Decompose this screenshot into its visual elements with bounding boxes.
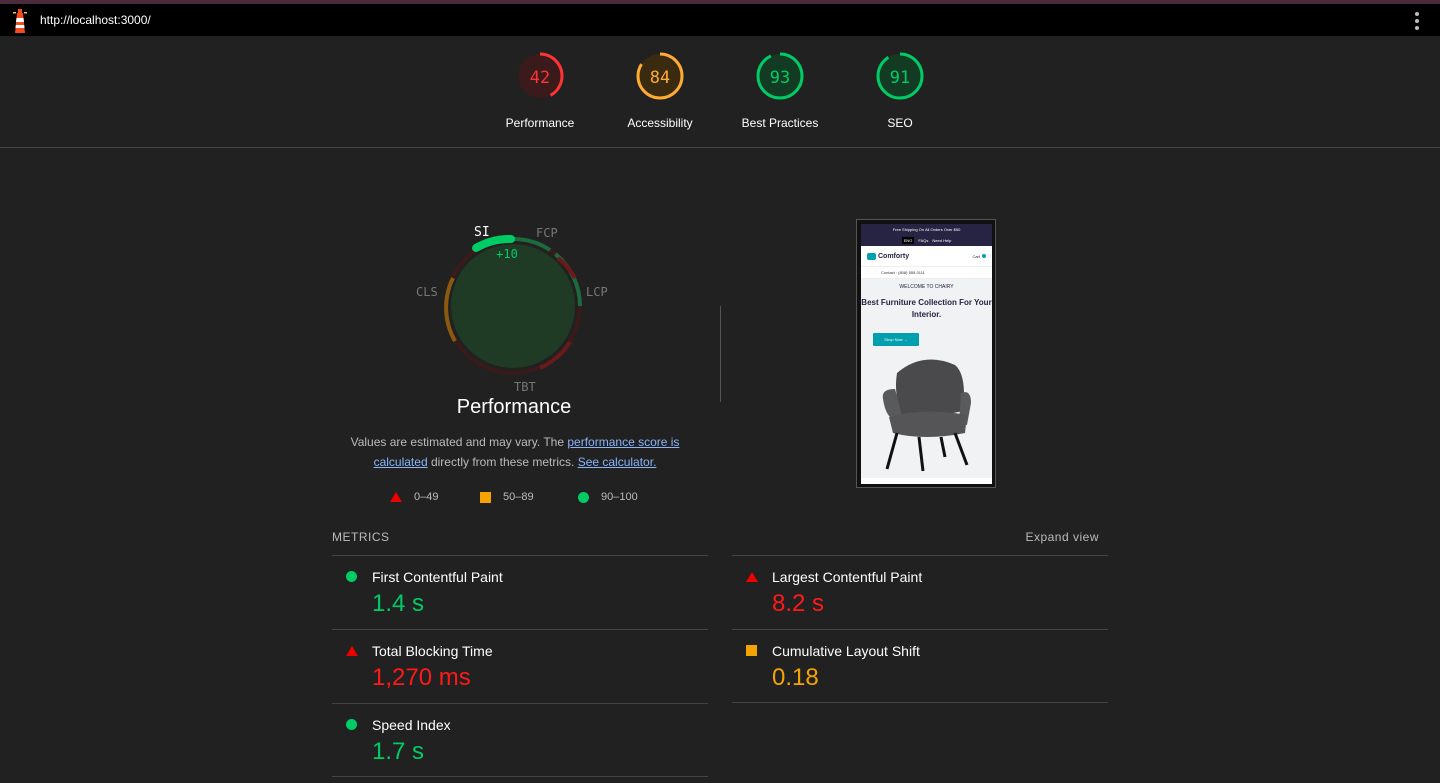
gauge-center-fill bbox=[451, 244, 575, 368]
report-url[interactable]: http://localhost:3000/ bbox=[40, 13, 151, 27]
cart-badge-icon bbox=[982, 254, 986, 258]
chair-image bbox=[882, 359, 971, 472]
section-divider bbox=[720, 306, 721, 402]
shot-nav-bar: ENG FAQs Need Help bbox=[861, 235, 992, 246]
screenshot-page: Free Shipping On All Orders Over $50 ENG… bbox=[861, 224, 992, 484]
accessibility-score: 84 bbox=[649, 68, 671, 88]
legend-average-label: 50–89 bbox=[503, 491, 534, 503]
metric-si: Speed Index 1.7 s bbox=[332, 703, 708, 777]
performance-description: Values are estimated and may vary. The p… bbox=[340, 432, 690, 472]
shot-hero: WELCOME TO CHAIRY Best Furniture Collect… bbox=[861, 279, 992, 478]
metric-tbt: Total Blocking Time 1,270 ms bbox=[332, 629, 708, 703]
fail-triangle-icon bbox=[746, 572, 758, 582]
metric-fcp-value: 1.4 s bbox=[372, 590, 425, 617]
shot-welcome: WELCOME TO CHAIRY bbox=[899, 284, 954, 290]
more-options-icon[interactable] bbox=[1414, 12, 1420, 30]
gauge-label-si[interactable]: SI bbox=[474, 225, 490, 240]
average-square-icon bbox=[746, 645, 757, 656]
fail-triangle-icon bbox=[390, 492, 402, 502]
gauge-label-cls[interactable]: CLS bbox=[416, 285, 438, 299]
shot-promo-bar: Free Shipping On All Orders Over $50 bbox=[861, 224, 992, 235]
si-delta: +10 bbox=[496, 247, 518, 261]
category-scores: 42 Performance 84 Accessibility 93 Best … bbox=[0, 36, 1440, 148]
pass-circle-icon bbox=[346, 571, 357, 582]
performance-title: Performance bbox=[456, 396, 572, 418]
shot-cart: Cart bbox=[972, 254, 986, 259]
metric-lcp-name: Largest Contentful Paint bbox=[772, 569, 923, 585]
metric-tbt-value: 1,270 ms bbox=[372, 664, 471, 691]
average-square-icon bbox=[480, 491, 491, 503]
shot-header: Comforty Cart bbox=[861, 246, 992, 266]
legend-pass-label: 90–100 bbox=[601, 491, 638, 503]
metrics-divider-left bbox=[332, 776, 708, 777]
shot-faqs: FAQs bbox=[918, 238, 929, 243]
shot-brand: Comforty bbox=[867, 252, 910, 260]
metric-cls-name: Cumulative Layout Shift bbox=[772, 643, 920, 659]
metric-tbt-name: Total Blocking Time bbox=[372, 643, 493, 659]
metric-lcp-value: 8.2 s bbox=[772, 590, 825, 617]
legend-fail-label: 0–49 bbox=[414, 491, 439, 503]
gauge-label-tbt[interactable]: TBT bbox=[514, 380, 536, 394]
see-calculator-link[interactable]: See calculator. bbox=[578, 455, 657, 469]
lighthouse-logo-icon bbox=[13, 9, 27, 33]
accessibility-label: Accessibility bbox=[627, 116, 693, 130]
performance-label: Performance bbox=[505, 116, 575, 130]
shot-cart-label: Cart bbox=[972, 253, 980, 259]
gauge-label-fcp[interactable]: FCP bbox=[536, 226, 558, 240]
shot-brand-name: Comforty bbox=[878, 252, 910, 260]
metric-fcp: First Contentful Paint 1.4 s bbox=[332, 555, 708, 629]
metrics-divider-right bbox=[732, 702, 1108, 703]
performance-section: +10 SI FCP LCP TBT CLS Performance Value… bbox=[0, 148, 1440, 528]
metrics-header: METRICS bbox=[332, 530, 390, 544]
chair-logo-icon bbox=[867, 252, 876, 260]
shot-headline: Best Furniture Collection For Your Inter… bbox=[861, 298, 992, 319]
shot-shop-button: Shop Now → bbox=[873, 333, 919, 346]
best-practices-label: Best Practices bbox=[741, 116, 819, 130]
desc-text-1: Values are estimated and may vary. The bbox=[350, 435, 565, 449]
pass-circle-icon bbox=[346, 719, 357, 730]
legend-pass: 90–100 bbox=[578, 491, 638, 503]
gauge-label-lcp[interactable]: LCP bbox=[586, 285, 608, 299]
pass-circle-icon bbox=[578, 491, 589, 503]
shot-lang: ENG bbox=[901, 237, 915, 244]
legend-fail: 0–49 bbox=[390, 491, 438, 503]
report-topbar: http://localhost:3000/ bbox=[0, 4, 1440, 36]
gauge-accessibility[interactable]: 84 Accessibility bbox=[610, 50, 710, 130]
fail-triangle-icon bbox=[346, 646, 358, 656]
desc-text-2: directly from these metrics. bbox=[430, 455, 575, 469]
legend-average: 50–89 bbox=[480, 491, 534, 503]
gauge-best-practices[interactable]: 93 Best Practices bbox=[730, 50, 830, 130]
seo-score: 91 bbox=[889, 68, 911, 88]
final-screenshot[interactable]: Free Shipping On All Orders Over $50 ENG… bbox=[856, 219, 996, 488]
gauge-performance[interactable]: 42 Performance bbox=[490, 50, 590, 130]
performance-metric-gauge: +10 bbox=[444, 235, 582, 375]
shot-help: Need Help bbox=[932, 238, 952, 243]
performance-score: 42 bbox=[529, 68, 551, 88]
metric-cls: Cumulative Layout Shift 0.18 bbox=[732, 629, 1108, 703]
expand-view-button[interactable]: Expand view bbox=[1025, 530, 1099, 544]
metric-lcp: Largest Contentful Paint 8.2 s bbox=[732, 555, 1108, 629]
metric-si-name: Speed Index bbox=[372, 717, 451, 733]
metric-cls-value: 0.18 bbox=[772, 664, 819, 691]
gauge-seo[interactable]: 91 SEO bbox=[850, 50, 950, 130]
metric-si-value: 1.7 s bbox=[372, 738, 425, 765]
metric-fcp-name: First Contentful Paint bbox=[372, 569, 503, 585]
seo-label: SEO bbox=[887, 116, 913, 130]
shot-contact: Contact : (808) 555-0111 bbox=[861, 266, 992, 279]
best-practices-score: 93 bbox=[769, 68, 791, 88]
